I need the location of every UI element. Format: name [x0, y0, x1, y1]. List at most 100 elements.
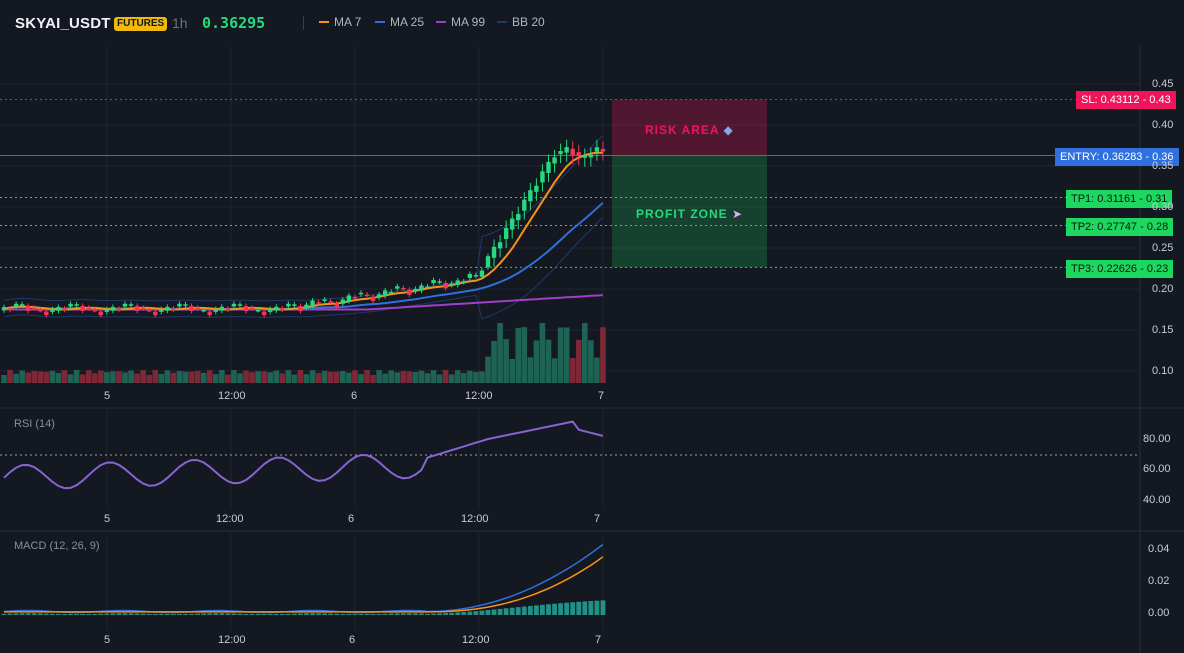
price-tick: 0.30 [1152, 201, 1174, 213]
macd-histogram-bar [146, 613, 152, 615]
macd-histogram-bar [7, 613, 13, 615]
candle-body [419, 285, 424, 291]
volume-bar [152, 370, 159, 383]
chart-header: SKYAI_USDT FUTURES 1h 0.36295 MA 7 MA 25… [0, 0, 1184, 46]
legend-ma99[interactable]: MA 99 [436, 15, 485, 29]
macd-histogram-bar [285, 613, 291, 615]
volume-bar [73, 370, 80, 383]
volume-bar [182, 371, 189, 383]
candle-body [26, 305, 31, 311]
volume-bar [176, 370, 183, 383]
candle-body [19, 304, 25, 306]
stop-loss-pill[interactable]: SL: 0.43112 - 0.43 [1076, 91, 1176, 109]
macd-tick: 0.04 [1148, 543, 1170, 555]
last-price: 0.36295 [202, 14, 266, 32]
candle-body [147, 309, 152, 312]
candle-body [207, 311, 212, 316]
volume-bar [503, 339, 509, 383]
volume-bar [539, 323, 546, 383]
rsi-pane-label[interactable]: RSI (14) [14, 418, 55, 430]
candle-body [413, 288, 418, 292]
time-tick: 12:00 [465, 390, 493, 402]
time-tick: 6 [349, 634, 356, 646]
macd-histogram-bar [25, 613, 31, 615]
volume-bar [128, 370, 134, 383]
tp3-pill[interactable]: TP3: 0.22626 - 0.23 [1066, 260, 1174, 278]
candle-body [431, 279, 436, 284]
legend-ma7[interactable]: MA 7 [319, 15, 361, 29]
macd-histogram-bar [56, 613, 61, 615]
candle-body [280, 308, 285, 310]
volume-bar [206, 370, 213, 383]
legend-ma25[interactable]: MA 25 [375, 15, 424, 29]
volume-bar [370, 374, 376, 383]
macd-histogram-bar [249, 613, 255, 615]
macd-histogram-bar [86, 613, 92, 615]
volume-bar [358, 373, 364, 383]
macd-histogram-bar [13, 613, 19, 615]
main-price-chart[interactable] [0, 0, 1184, 653]
macd-histogram-bar [540, 604, 545, 615]
legend-bb20[interactable]: BB 20 [497, 15, 545, 29]
candle-body [286, 303, 291, 307]
macd-histogram-bar [201, 613, 207, 615]
candle-body [219, 306, 224, 311]
price-tick: 0.10 [1152, 365, 1174, 377]
volume-bar [509, 358, 515, 383]
macd-histogram-bar [340, 613, 346, 615]
candle-body [485, 256, 491, 268]
candle-body [38, 309, 43, 312]
time-tick: 12:00 [462, 634, 490, 646]
volume-bar [582, 323, 588, 383]
volume-bar [104, 372, 110, 383]
volume-bar [200, 372, 207, 383]
macd-histogram-bar [189, 613, 194, 615]
candle-body [171, 308, 176, 311]
volume-bar [600, 327, 606, 383]
macd-histogram-bar [74, 613, 79, 615]
candle-body [510, 218, 515, 230]
macd-histogram-bar [158, 613, 164, 615]
macd-histogram-bar [207, 613, 213, 615]
macd-histogram-bar [419, 613, 424, 615]
candle-body [177, 303, 182, 307]
tp2-pill[interactable]: TP2: 0.27747 - 0.28 [1066, 218, 1174, 236]
candle-body [558, 150, 563, 155]
macd-histogram-bar [164, 613, 170, 615]
macd-histogram-bar [364, 613, 370, 615]
volume-bar [67, 374, 74, 383]
header-divider [303, 16, 304, 30]
macd-histogram-bar [425, 613, 430, 615]
macd-histogram-bar [370, 613, 376, 615]
macd-histogram-bar [110, 613, 116, 615]
volume-bar [364, 370, 370, 383]
macd-histogram-bar [1, 613, 7, 615]
candle-body [165, 306, 170, 311]
macd-histogram-bar [461, 612, 467, 615]
volume-bar [412, 372, 419, 383]
macd-histogram-bar [582, 601, 588, 615]
macd-histogram-bar [552, 603, 557, 615]
timeframe-selector[interactable]: 1h [172, 15, 188, 31]
macd-histogram-bar [322, 613, 328, 615]
macd-histogram-bar [134, 613, 140, 615]
candle-body [292, 304, 297, 306]
macd-histogram-bar [437, 613, 442, 615]
macd-histogram-bar [183, 613, 188, 615]
macd-histogram-bar [570, 602, 576, 615]
macd-pane-label[interactable]: MACD (12, 26, 9) [14, 540, 100, 552]
volume-bar [394, 372, 401, 383]
candle-body [528, 190, 533, 202]
macd-histogram-bar [273, 613, 279, 615]
macd-histogram-bar [491, 609, 497, 615]
volume-bar [521, 327, 528, 383]
candle-body [382, 290, 388, 297]
time-tick: 12:00 [216, 513, 244, 525]
symbol-name[interactable]: SKYAI_USDT [15, 15, 111, 32]
candle-body [407, 289, 412, 295]
candle-body [546, 161, 551, 173]
time-tick: 12:00 [218, 390, 246, 402]
macd-histogram-bar [376, 613, 382, 615]
candle-body [231, 303, 237, 307]
candle-body [328, 301, 333, 303]
